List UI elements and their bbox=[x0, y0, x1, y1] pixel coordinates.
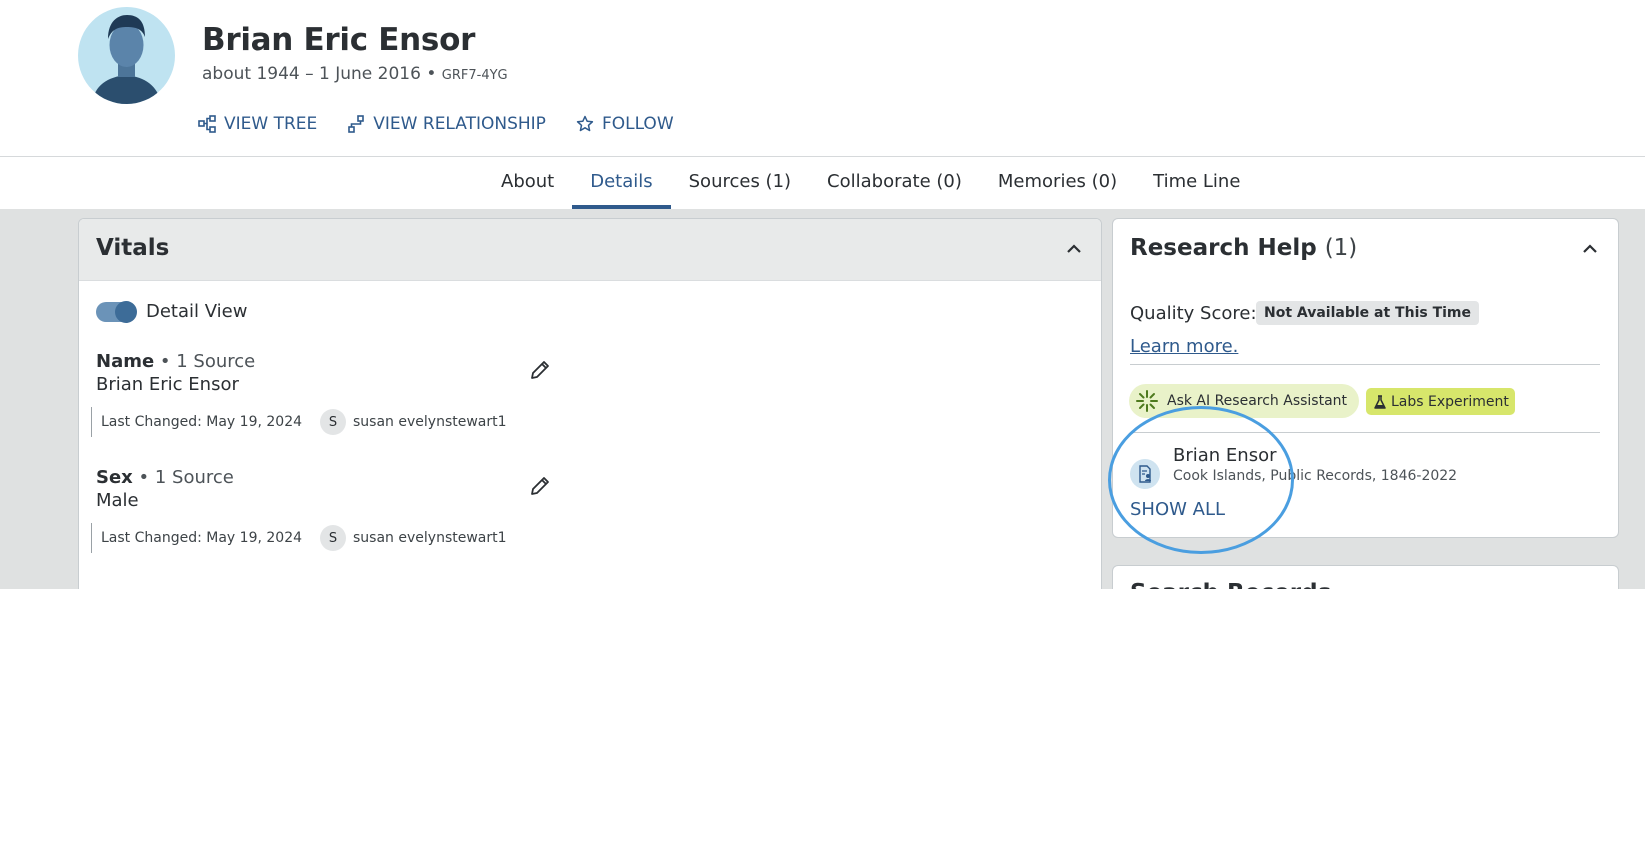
tab-about[interactable]: About bbox=[483, 157, 572, 209]
person-header: Brian Eric Ensor about 1944 – 1 June 201… bbox=[0, 0, 1645, 157]
person-avatar bbox=[78, 7, 175, 104]
research-help-title: Research Help (1) bbox=[1130, 235, 1357, 261]
name-last-changed: Last Changed: May 19, 2024 S susan evely… bbox=[91, 407, 507, 437]
quality-score-label: Quality Score: bbox=[1130, 303, 1257, 324]
detail-view-toggle[interactable] bbox=[96, 301, 137, 323]
name-last-changed-date: Last Changed: May 19, 2024 bbox=[101, 414, 303, 430]
page: Brian Eric Ensor about 1944 – 1 June 201… bbox=[0, 0, 1645, 589]
person-lifespan: about 1944 – 1 June 2016 • GRF7-4YG bbox=[202, 64, 508, 84]
tab-time-line[interactable]: Time Line bbox=[1135, 157, 1258, 209]
name-field: Name • 1 Source Brian Eric Ensor bbox=[96, 351, 556, 395]
sex-field-sources[interactable]: • 1 Source bbox=[139, 467, 234, 488]
view-relationship-label: VIEW RELATIONSHIP bbox=[373, 114, 546, 134]
relationship-icon bbox=[348, 115, 365, 133]
record-hint-name[interactable]: Brian Ensor bbox=[1173, 445, 1276, 466]
tab-memories[interactable]: Memories (0) bbox=[980, 157, 1135, 209]
user-avatar: S bbox=[320, 409, 347, 435]
vitals-header[interactable]: Vitals bbox=[79, 219, 1101, 281]
follow-label: FOLLOW bbox=[601, 114, 674, 134]
lifespan-separator: • bbox=[420, 64, 442, 84]
name-field-header: Name • 1 Source bbox=[96, 351, 556, 372]
tree-icon bbox=[198, 115, 216, 133]
star-icon bbox=[576, 115, 594, 132]
name-field-value: Brian Eric Ensor bbox=[96, 374, 239, 395]
vitals-card: Vitals Detail View Name • 1 Source Brian… bbox=[78, 218, 1102, 589]
sex-field-value: Male bbox=[96, 490, 139, 511]
tab-sources[interactable]: Sources (1) bbox=[671, 157, 809, 209]
vitals-title: Vitals bbox=[96, 235, 170, 261]
chevron-up-icon[interactable] bbox=[1580, 239, 1600, 259]
sex-last-changed-date: Last Changed: May 19, 2024 bbox=[101, 530, 303, 546]
show-all-link[interactable]: SHOW ALL bbox=[1130, 499, 1225, 520]
lifespan-dates: about 1944 – 1 June 2016 bbox=[202, 64, 421, 84]
ask-ai-label: Ask AI Research Assistant bbox=[1167, 393, 1348, 409]
labs-experiment-badge: Labs Experiment bbox=[1366, 388, 1515, 415]
detail-view-label: Detail View bbox=[146, 301, 248, 322]
record-hint-collection: Cook Islands, Public Records, 1846-2022 bbox=[1173, 468, 1458, 484]
sex-field-header: Sex • 1 Source bbox=[96, 467, 556, 488]
quality-score-badge: Not Available at This Time bbox=[1256, 301, 1480, 325]
record-hint-icon bbox=[1130, 459, 1160, 489]
male-silhouette-icon bbox=[92, 15, 161, 104]
user-avatar: S bbox=[320, 525, 347, 551]
tab-details[interactable]: Details bbox=[572, 157, 671, 209]
sex-field-label: Sex bbox=[96, 467, 133, 488]
follow-button[interactable]: FOLLOW bbox=[576, 114, 674, 134]
pencil-icon[interactable] bbox=[527, 473, 553, 499]
view-tree-button[interactable]: VIEW TREE bbox=[198, 114, 317, 134]
research-help-label: Research Help bbox=[1130, 235, 1317, 261]
document-person-icon bbox=[1139, 465, 1151, 483]
ask-ai-button[interactable]: Ask AI Research Assistant bbox=[1129, 384, 1360, 418]
tab-strip: About Details Sources (1) Collaborate (0… bbox=[483, 157, 1258, 209]
sex-last-changed: Last Changed: May 19, 2024 S susan evely… bbox=[91, 523, 507, 553]
learn-more-link[interactable]: Learn more. bbox=[1130, 336, 1238, 357]
sex-changed-user[interactable]: susan evelynstewart1 bbox=[353, 530, 507, 546]
view-relationship-button[interactable]: VIEW RELATIONSHIP bbox=[347, 114, 546, 134]
toggle-knob bbox=[115, 301, 137, 323]
tab-bar: About Details Sources (1) Collaborate (0… bbox=[0, 157, 1645, 209]
search-records-title: Search Records bbox=[1130, 580, 1331, 589]
tab-collaborate[interactable]: Collaborate (0) bbox=[809, 157, 980, 209]
name-field-sources[interactable]: • 1 Source bbox=[160, 351, 255, 372]
person-actions: VIEW TREE VIEW RELATIONSHIP FOLLOW bbox=[198, 114, 674, 134]
flask-icon bbox=[1374, 394, 1386, 409]
research-help-card: Research Help (1) Quality Score: Not Ava… bbox=[1112, 218, 1619, 538]
person-name: Brian Eric Ensor bbox=[202, 22, 476, 58]
divider bbox=[1130, 432, 1600, 433]
sex-field: Sex • 1 Source Male bbox=[96, 467, 556, 511]
ai-sparkle-icon bbox=[1136, 390, 1158, 412]
chevron-up-icon[interactable] bbox=[1064, 239, 1084, 259]
pencil-icon[interactable] bbox=[527, 357, 553, 383]
name-field-label: Name bbox=[96, 351, 155, 372]
search-records-card: Search Records bbox=[1112, 565, 1619, 589]
research-help-count: (1) bbox=[1324, 235, 1358, 261]
details-content: Vitals Detail View Name • 1 Source Brian… bbox=[0, 209, 1645, 589]
labs-label: Labs Experiment bbox=[1391, 393, 1509, 410]
view-tree-label: VIEW TREE bbox=[224, 114, 318, 134]
person-id[interactable]: GRF7-4YG bbox=[442, 68, 508, 83]
divider bbox=[1130, 364, 1600, 365]
name-changed-user[interactable]: susan evelynstewart1 bbox=[353, 414, 507, 430]
